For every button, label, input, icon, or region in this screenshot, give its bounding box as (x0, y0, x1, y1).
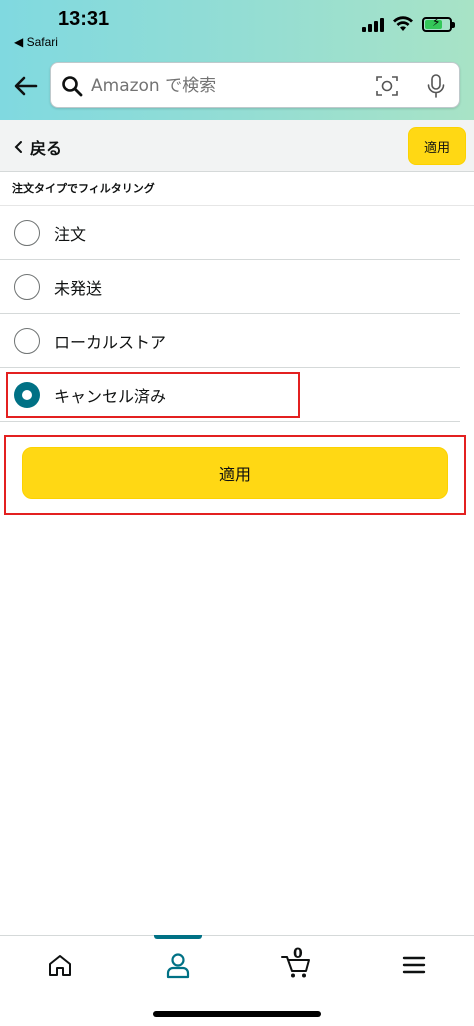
option-label: 注文 (54, 224, 87, 244)
status-icons: ⚡ (362, 15, 455, 32)
filter-option-unshipped[interactable]: 未発送 (0, 260, 460, 314)
radio-button[interactable] (14, 327, 40, 354)
option-label: 未発送 (54, 278, 103, 298)
back-to-safari-link[interactable]: ◀ Safari (14, 35, 58, 49)
active-tab-indicator (154, 935, 202, 939)
filter-subheader: 戻る 適用 (0, 120, 474, 172)
nav-account[interactable] (158, 948, 198, 982)
home-indicator[interactable] (153, 1011, 321, 1017)
chevron-left-icon (14, 141, 22, 153)
back-arrow-icon[interactable] (10, 70, 42, 102)
filter-option-order[interactable]: 注文 (0, 206, 460, 260)
microphone-icon[interactable] (425, 73, 447, 99)
section-title: 注文タイプでフィルタリング (12, 182, 155, 195)
cart-count-badge: 0 (293, 946, 303, 962)
camera-search-icon[interactable] (376, 75, 398, 97)
app-header: 13:31 ◀ Safari ⚡ (0, 0, 474, 120)
battery-icon: ⚡ (422, 15, 455, 32)
home-icon (49, 955, 71, 976)
back-button[interactable]: 戻る (14, 135, 62, 159)
option-label: ローカルストア (54, 332, 167, 352)
nav-menu[interactable] (394, 948, 434, 982)
menu-icon (402, 956, 426, 974)
search-bar[interactable] (50, 62, 460, 108)
highlight-box-selected-option (6, 372, 300, 418)
status-time: 13:31 (58, 8, 110, 30)
back-label: 戻る (30, 139, 63, 158)
radio-button[interactable] (14, 273, 40, 300)
radio-button[interactable] (14, 219, 40, 246)
search-icon (62, 76, 83, 97)
account-icon (166, 953, 190, 979)
wifi-icon (393, 16, 413, 31)
apply-button[interactable]: 適用 (22, 447, 448, 499)
nav-home[interactable] (40, 948, 80, 982)
apply-button-top[interactable]: 適用 (408, 127, 466, 165)
signal-icon (362, 16, 384, 32)
filter-option-local-store[interactable]: ローカルストア (0, 314, 460, 368)
search-input[interactable] (91, 71, 371, 101)
